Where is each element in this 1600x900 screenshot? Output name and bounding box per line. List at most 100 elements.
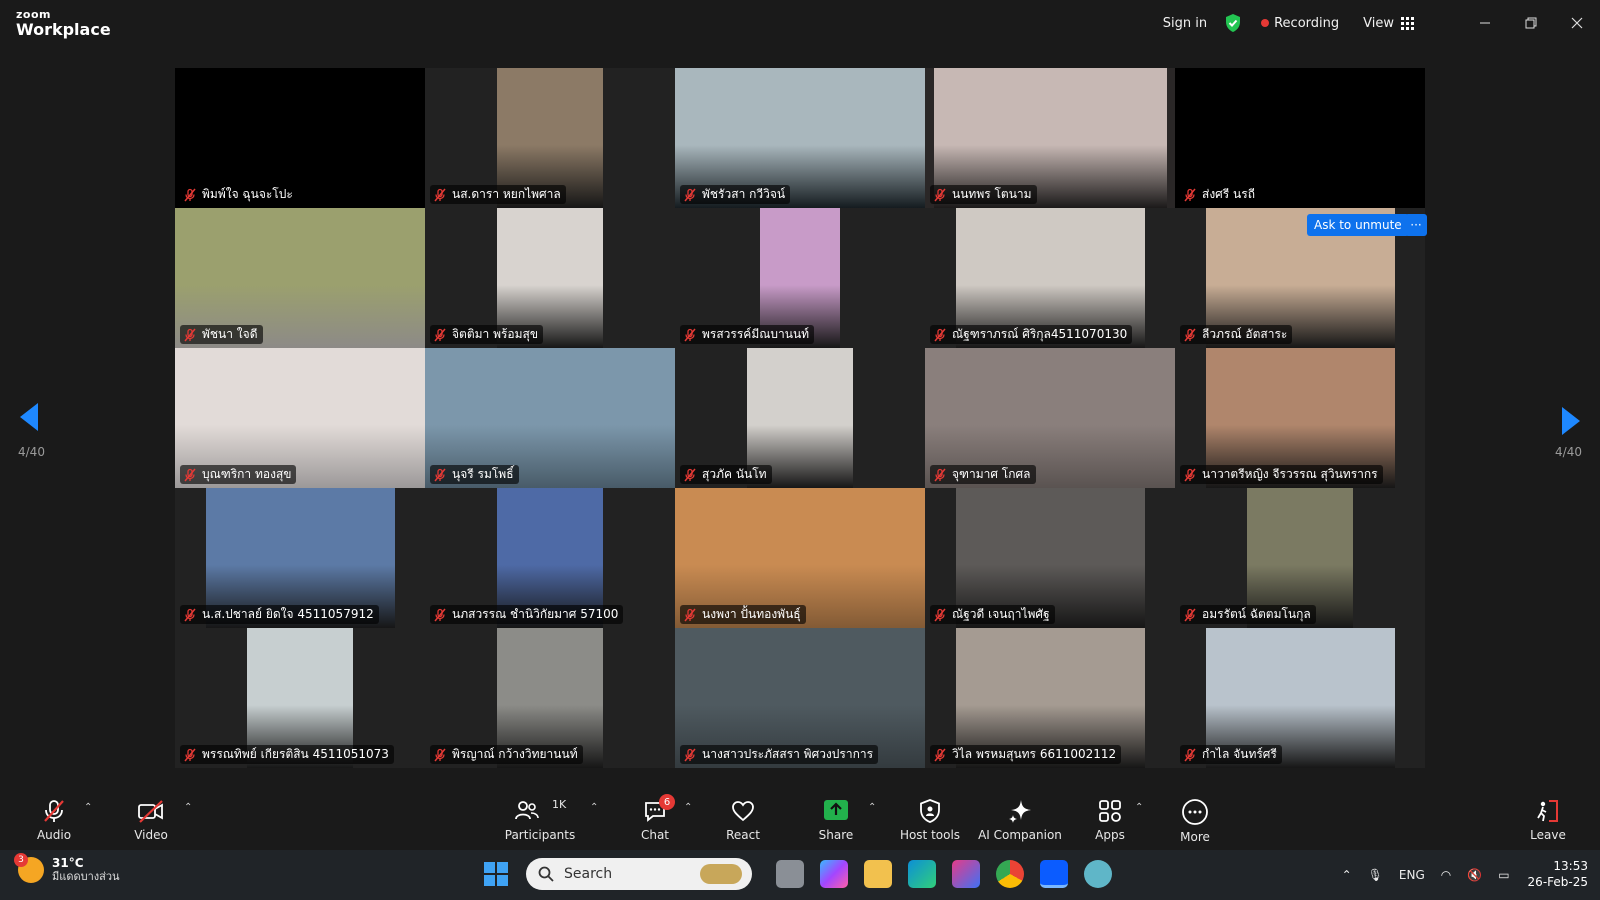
participant-video-tile[interactable]: ณัฐวดี เจนฤาไพศัฐ	[925, 488, 1175, 628]
participant-name-label: พัชนา ใจดี	[180, 325, 263, 344]
audio-options-chevron-up-icon[interactable]: ⌃	[84, 802, 92, 813]
close-window-button[interactable]	[1554, 0, 1600, 46]
chrome-icon[interactable]	[996, 860, 1024, 888]
shield-check-icon[interactable]	[1223, 13, 1243, 33]
participant-video-tile[interactable]: บุณฑริกา ทองสุข	[175, 348, 425, 488]
language-indicator[interactable]: ENG	[1399, 868, 1425, 882]
participant-video-tile[interactable]: นางสาวประภัสสรา พิศวงปราการ	[675, 628, 925, 768]
next-page-arrow-icon[interactable]	[1562, 407, 1580, 435]
apps-options-chevron-up-icon[interactable]: ⌃	[1135, 802, 1143, 813]
task-view-icon[interactable]	[776, 860, 804, 888]
participant-video-tile[interactable]: พิรญาณ์ กว้างวิทยานนท์	[425, 628, 675, 768]
battery-icon[interactable]: ▭	[1498, 868, 1509, 882]
participant-name-label: สุวภัค นันโท	[680, 465, 772, 484]
react-button[interactable]: React	[703, 790, 783, 850]
participants-options-chevron-up-icon[interactable]: ⌃	[590, 802, 598, 813]
file-explorer-icon[interactable]	[864, 860, 892, 888]
participant-video-tile[interactable]: สุวภัค นันโท	[675, 348, 925, 488]
participant-name-label: จิตติมา พร้อมสุข	[430, 325, 544, 344]
logo-zoom-text: zoom	[16, 8, 51, 21]
view-button[interactable]: View	[1363, 16, 1414, 31]
participant-video-tile[interactable]: น.ส.ปชาลย์ ยิดใจ 4511057912	[175, 488, 425, 628]
participant-video-tile[interactable]: พัชรัวสา กวีวิจน์	[675, 68, 925, 208]
share-options-chevron-up-icon[interactable]: ⌃	[868, 802, 876, 813]
participant-video-tile[interactable]: จุฑามาศ โกศล	[925, 348, 1175, 488]
share-button[interactable]: Share	[796, 790, 876, 850]
ask-to-unmute-button[interactable]: Ask to unmute	[1307, 214, 1409, 236]
mic-muted-icon	[934, 468, 946, 481]
system-tray: ⌃ 🎙 ENG ◠ 🔇 ▭ 13:53 26-Feb-25	[1326, 850, 1588, 900]
participant-name-text: นส.ดารา หยกไพศาล	[452, 187, 561, 201]
sparkle-icon	[1009, 800, 1031, 823]
previous-page-arrow-icon[interactable]	[20, 403, 38, 431]
host-tools-button[interactable]: Host tools	[890, 790, 970, 850]
participant-name-label: นส.ดารา หยกไพศาล	[430, 185, 566, 204]
leave-button[interactable]: Leave	[1508, 790, 1588, 850]
microsoft-365-icon[interactable]	[952, 860, 980, 888]
participant-more-options-button[interactable]: ···	[1405, 214, 1427, 236]
participant-video-tile[interactable]: นุจรี รมโพธิ์	[425, 348, 675, 488]
apps-button[interactable]: Apps	[1070, 790, 1150, 850]
minimize-button[interactable]	[1462, 0, 1508, 46]
mic-muted-icon	[184, 188, 196, 201]
participant-video-tile[interactable]: นภสวรรณ ชำนิวิกัยมาศ 57100	[425, 488, 675, 628]
participant-video-tile[interactable]: ส่งศรี นรถี	[1175, 68, 1425, 208]
more-label: More	[1180, 830, 1210, 844]
taskbar-search-box[interactable]: Search	[526, 858, 752, 890]
weather-widget[interactable]: 3 31°C มีแดดบางส่วน	[14, 852, 120, 884]
audio-button[interactable]: Audio	[14, 790, 94, 850]
taskbar-clock[interactable]: 13:53 26-Feb-25	[1528, 859, 1588, 890]
participant-video-tile[interactable]: อมรรัตน์ ฉัตตมโนกุล	[1175, 488, 1425, 628]
participant-video-tile[interactable]: นงพงา ปั้นทองพันธุ์	[675, 488, 925, 628]
video-label: Video	[134, 828, 168, 842]
participants-button[interactable]: 1K Participants	[500, 790, 580, 850]
speaker-muted-icon[interactable]: 🔇	[1467, 868, 1482, 882]
participant-video-tile[interactable]: พรสวรรค์มีณบานนท์	[675, 208, 925, 348]
sign-in-button[interactable]: Sign in	[1163, 16, 1207, 31]
video-options-chevron-up-icon[interactable]: ⌃	[184, 802, 192, 813]
mic-muted-icon	[184, 468, 196, 481]
ai-companion-button[interactable]: AI Companion	[978, 790, 1062, 850]
mic-muted-icon	[434, 328, 446, 341]
restore-button[interactable]	[1508, 0, 1554, 46]
participant-video-tile[interactable]: พัชนา ใจดี	[175, 208, 425, 348]
heart-icon	[732, 801, 754, 822]
audio-label: Audio	[36, 828, 72, 842]
chat-options-chevron-up-icon[interactable]: ⌃	[684, 802, 692, 813]
microphone-icon[interactable]: 🎙	[1368, 868, 1383, 882]
wifi-icon[interactable]: ◠	[1441, 868, 1451, 882]
participant-video-tile[interactable]: นนทพร โตนาม	[925, 68, 1175, 208]
participant-name-label: นภสวรรณ ชำนิวิกัยมาศ 57100	[430, 605, 624, 624]
participant-video-tile[interactable]: จิตติมา พร้อมสุข	[425, 208, 675, 348]
participant-video-tile[interactable]: นาวาตรีหญิง จีรวรรณ สุวินทรากร	[1175, 348, 1425, 488]
participant-name-label: อมรรัตน์ ฉัตตมโนกุล	[1180, 605, 1316, 624]
globe-app-icon[interactable]	[1084, 860, 1112, 888]
participant-name-text: พัชนา ใจดี	[202, 327, 258, 341]
recording-indicator[interactable]: Recording	[1261, 16, 1339, 31]
participant-video-tile[interactable]: กำไล จันทร์ศรี	[1175, 628, 1425, 768]
participant-video-tile[interactable]: พิมพ์ใจ ฉุนจะโปะ	[175, 68, 425, 208]
participant-video-tile[interactable]: ณัฐฑราภรณ์ ศิริกุล4511070130	[925, 208, 1175, 348]
participant-name-text: บุณฑริกา ทองสุข	[202, 467, 292, 481]
participant-name-text: พรรณทิพย์ เกียรติสิน 4511051073	[202, 747, 389, 761]
edge-browser-icon[interactable]	[908, 860, 936, 888]
participant-video-tile[interactable]: วิไล พรหมสุนทร 6611002112	[925, 628, 1175, 768]
participant-video-tile[interactable]: พรรณทิพย์ เกียรติสิน 4511051073	[175, 628, 425, 768]
participant-name-label: ลีวภรณ์ อัตสาระ	[1180, 325, 1293, 344]
copilot-icon[interactable]	[820, 860, 848, 888]
close-icon	[1571, 17, 1583, 29]
participant-name-text: ณัฐวดี เจนฤาไพศัฐ	[952, 607, 1050, 621]
participant-video-tile[interactable]: นส.ดารา หยกไพศาล	[425, 68, 675, 208]
weather-badge: 3	[14, 852, 28, 867]
more-button[interactable]: More	[1155, 790, 1235, 850]
participant-name-text: พรสวรรค์มีณบานนท์	[702, 327, 810, 341]
zoom-app-icon[interactable]	[1040, 860, 1068, 888]
participants-icon	[515, 801, 539, 820]
video-button[interactable]: Video	[111, 790, 191, 850]
mic-muted-icon	[184, 608, 196, 621]
chat-button[interactable]: 6 Chat	[615, 790, 695, 850]
participant-name-text: นุจรี รมโพธิ์	[452, 467, 514, 481]
mic-muted-icon	[184, 748, 196, 761]
windows-start-icon[interactable]	[484, 862, 508, 886]
show-hidden-icons-chevron-up-icon[interactable]: ⌃	[1342, 868, 1352, 882]
